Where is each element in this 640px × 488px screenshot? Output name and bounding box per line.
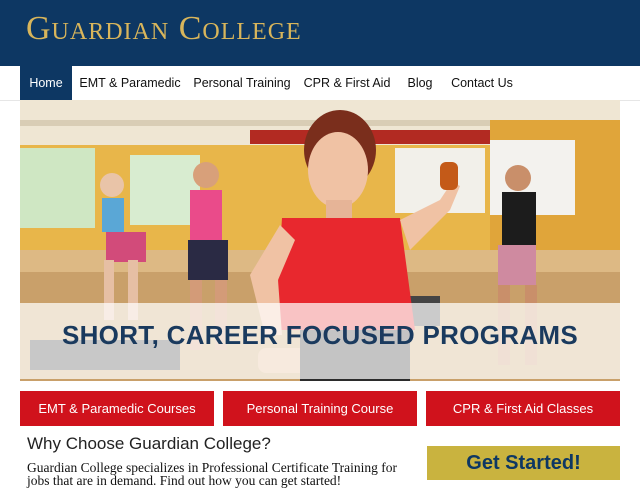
nav-item-home[interactable]: Home <box>20 66 72 100</box>
nav-item-cpr-first-aid[interactable]: CPR & First Aid <box>300 66 394 100</box>
cpr-first-aid-classes-button[interactable]: CPR & First Aid Classes <box>426 391 620 426</box>
site-logo[interactable]: Guardian College <box>26 10 302 48</box>
get-started-button[interactable]: Get Started! <box>427 446 620 480</box>
hero-banner: SHORT, CAREER FOCUSED PROGRAMS <box>20 100 620 381</box>
nav-item-contact-us[interactable]: Contact Us <box>446 66 518 100</box>
emt-paramedic-courses-button[interactable]: EMT & Paramedic Courses <box>20 391 214 426</box>
nav-item-blog[interactable]: Blog <box>402 66 438 100</box>
nav-item-emt-paramedic[interactable]: EMT & Paramedic <box>76 66 184 100</box>
nav-item-personal-training[interactable]: Personal Training <box>190 66 294 100</box>
section-heading: Why Choose Guardian College? <box>27 434 271 453</box>
hero-caption: SHORT, CAREER FOCUSED PROGRAMS <box>61 320 579 350</box>
personal-training-course-button[interactable]: Personal Training Course <box>223 391 417 426</box>
main-nav: Home EMT & Paramedic Personal Training C… <box>0 66 640 101</box>
intro-paragraph: Guardian College specializes in Professi… <box>27 460 398 488</box>
site-header: Guardian College <box>0 0 640 66</box>
